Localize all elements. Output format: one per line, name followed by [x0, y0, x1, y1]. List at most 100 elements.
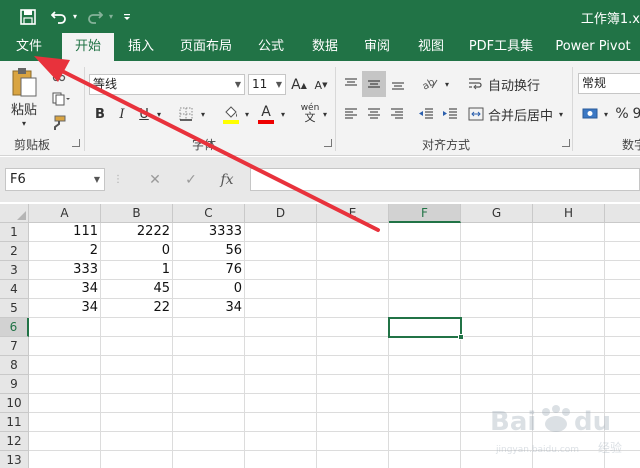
cell-a2[interactable]: 2: [29, 242, 101, 261]
row-header[interactable]: 3: [0, 261, 29, 280]
font-launcher-icon[interactable]: [324, 139, 332, 147]
orientation-dropdown-icon[interactable]: ▾: [442, 73, 452, 95]
row-header[interactable]: 10: [0, 394, 29, 413]
column-header[interactable]: B: [101, 204, 173, 223]
align-middle-icon[interactable]: [362, 71, 386, 97]
tab-file[interactable]: 文件: [0, 33, 58, 61]
row-header[interactable]: 9: [0, 375, 29, 394]
wrap-text-button[interactable]: 自动换行: [488, 73, 548, 95]
shrink-font-button[interactable]: A ▼: [313, 74, 329, 96]
cancel-icon[interactable]: ✕: [144, 168, 166, 191]
cell-a3[interactable]: 333: [29, 261, 101, 280]
comma-button[interactable]: 9: [632, 103, 640, 125]
paste-dropdown-icon[interactable]: ▾: [18, 117, 30, 129]
font-size-select[interactable]: 11 ▼: [248, 74, 286, 95]
cell-b4[interactable]: 45: [101, 280, 173, 299]
row-header[interactable]: 2: [0, 242, 29, 261]
increase-indent-icon[interactable]: [440, 103, 460, 125]
cell-c4[interactable]: 0: [173, 280, 245, 299]
tab-page-layout[interactable]: 页面布局: [172, 33, 240, 61]
currency-dropdown-icon[interactable]: ▾: [602, 103, 610, 125]
cut-icon[interactable]: [48, 65, 70, 85]
insert-function-button[interactable]: fx: [216, 168, 238, 191]
column-header[interactable]: H: [533, 204, 605, 223]
column-header-selected[interactable]: F: [389, 204, 461, 223]
row-header[interactable]: 1: [0, 223, 29, 242]
currency-icon[interactable]: [580, 103, 602, 125]
copy-icon[interactable]: [48, 89, 74, 109]
cell-c5[interactable]: 34: [173, 299, 245, 318]
cell-c1[interactable]: 3333: [173, 223, 245, 242]
cell-b1[interactable]: 2222: [101, 223, 173, 242]
underline-button[interactable]: U: [136, 103, 152, 125]
underline-dropdown-icon[interactable]: ▾: [154, 103, 164, 125]
font-color-button[interactable]: A: [256, 102, 276, 126]
tab-review[interactable]: 审阅: [354, 33, 400, 61]
phonetic-dropdown-icon[interactable]: ▾: [320, 103, 330, 125]
cell-c2[interactable]: 56: [173, 242, 245, 261]
grow-font-button[interactable]: A ▲: [291, 74, 307, 96]
clipboard-launcher-icon[interactable]: [72, 139, 80, 147]
cell-a4[interactable]: 34: [29, 280, 101, 299]
phonetic-guide-button[interactable]: wén 文: [298, 101, 322, 125]
paste-icon[interactable]: [8, 65, 40, 99]
row-header[interactable]: 7: [0, 337, 29, 356]
merge-center-button[interactable]: 合并后居中: [488, 103, 554, 125]
italic-button[interactable]: I: [114, 103, 130, 125]
bold-button[interactable]: B: [92, 103, 108, 125]
borders-icon[interactable]: [176, 105, 196, 123]
align-top-icon[interactable]: [341, 73, 361, 95]
active-cell-f6[interactable]: [388, 317, 464, 340]
save-icon[interactable]: [14, 0, 42, 33]
fill-color-dropdown-icon[interactable]: ▾: [242, 103, 252, 125]
cell-b5[interactable]: 22: [101, 299, 173, 318]
align-center-icon[interactable]: [364, 103, 384, 125]
name-box[interactable]: F6 ▼: [5, 168, 105, 191]
column-header[interactable]: D: [245, 204, 317, 223]
align-left-icon[interactable]: [341, 103, 361, 125]
format-painter-icon[interactable]: [48, 113, 70, 133]
tab-power-pivot[interactable]: Power Pivot: [550, 33, 636, 61]
tab-data[interactable]: 数据: [302, 33, 348, 61]
align-bottom-icon[interactable]: [388, 73, 408, 95]
alignment-launcher-icon[interactable]: [562, 139, 570, 147]
fill-handle[interactable]: [458, 334, 464, 340]
cell-c3[interactable]: 76: [173, 261, 245, 280]
column-header[interactable]: G: [461, 204, 533, 223]
row-header[interactable]: 4: [0, 280, 29, 299]
column-header-partial[interactable]: [605, 204, 640, 223]
paste-label[interactable]: 粘贴: [8, 99, 40, 118]
enter-icon[interactable]: ✓: [180, 168, 202, 191]
cell-a5[interactable]: 34: [29, 299, 101, 318]
number-format-select[interactable]: 常规: [578, 73, 640, 94]
row-header[interactable]: 5: [0, 299, 29, 318]
merge-dropdown-icon[interactable]: ▾: [556, 103, 566, 125]
cell-a1[interactable]: 111: [29, 223, 101, 242]
undo-dropdown-icon[interactable]: ▾: [70, 0, 80, 33]
tab-insert[interactable]: 插入: [118, 33, 164, 61]
redo-dropdown-icon[interactable]: ▾: [106, 0, 116, 33]
tab-home[interactable]: 开始: [62, 33, 114, 61]
percent-button[interactable]: %: [614, 103, 630, 125]
column-header[interactable]: C: [173, 204, 245, 223]
tab-formulas[interactable]: 公式: [248, 33, 294, 61]
row-header[interactable]: 13: [0, 451, 29, 468]
font-color-dropdown-icon[interactable]: ▾: [278, 103, 288, 125]
undo-icon[interactable]: [48, 0, 70, 33]
fill-color-icon[interactable]: [220, 102, 242, 126]
align-right-icon[interactable]: [387, 103, 407, 125]
row-header-selected[interactable]: 6: [0, 318, 29, 337]
decrease-indent-icon[interactable]: [416, 103, 436, 125]
row-header[interactable]: 12: [0, 432, 29, 451]
redo-icon[interactable]: [84, 0, 106, 33]
merge-center-icon[interactable]: [466, 103, 486, 125]
select-all-corner[interactable]: [0, 204, 29, 223]
row-header[interactable]: 8: [0, 356, 29, 375]
cell-b3[interactable]: 1: [101, 261, 173, 280]
formula-input[interactable]: [250, 168, 640, 191]
customize-qat-icon[interactable]: [120, 0, 134, 33]
wrap-text-icon[interactable]: [466, 73, 486, 95]
row-header[interactable]: 11: [0, 413, 29, 432]
tab-view[interactable]: 视图: [408, 33, 454, 61]
cell-b2[interactable]: 0: [101, 242, 173, 261]
